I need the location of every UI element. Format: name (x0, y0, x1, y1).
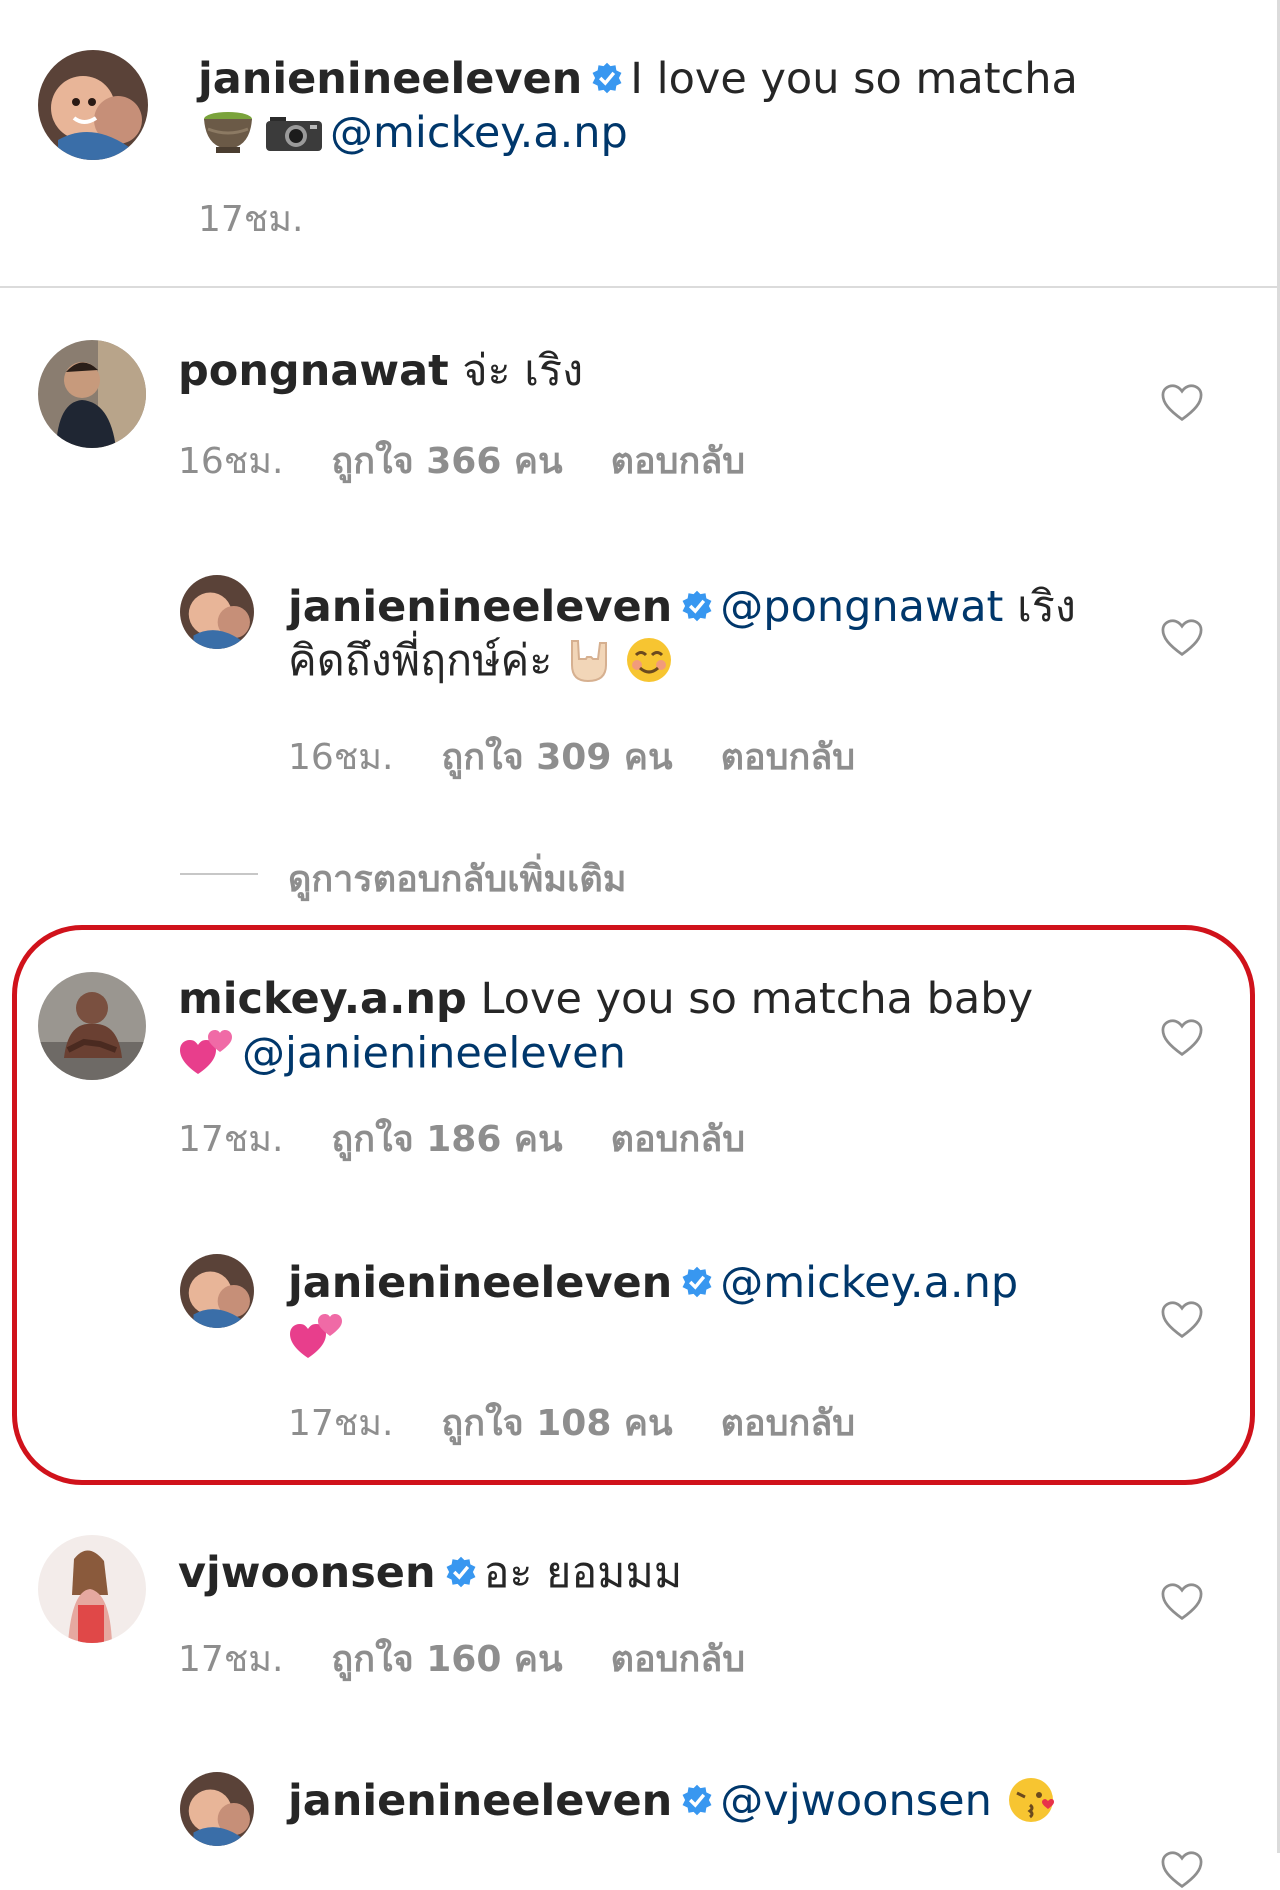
verified-badge-icon (592, 62, 622, 93)
like-count[interactable]: ถูกใจ 309 คน (441, 737, 672, 778)
avatar[interactable] (180, 1772, 254, 1846)
comment-timestamp: 17ชม. (178, 1119, 284, 1160)
matcha-tea-icon (204, 111, 252, 153)
rock-hand-icon (571, 639, 608, 682)
like-heart-icon[interactable] (1160, 1850, 1204, 1890)
like-count[interactable]: ถูกใจ 108 คน (441, 1403, 672, 1444)
reply-timestamp: 16ชม. (288, 737, 394, 778)
two-hearts-icon (290, 1314, 342, 1358)
comment-username[interactable]: vjwoonsen (178, 1548, 436, 1598)
comment-message: อะ ยอมมม (483, 1548, 683, 1598)
like-heart-icon[interactable] (1160, 1300, 1204, 1340)
comment-meta: 17ชม. ถูกใจ 160 คน ตอบกลับ (178, 1630, 793, 1687)
avatar[interactable] (38, 1535, 146, 1643)
smiling-face-icon (627, 637, 672, 682)
avatar[interactable] (180, 1254, 254, 1328)
comment-timestamp: 16ชม. (178, 441, 284, 482)
camera-icon (266, 116, 322, 151)
comment-timestamp: 17ชม. (178, 1639, 284, 1680)
reply-mention[interactable]: @mickey.a.np (720, 1258, 1018, 1308)
caption-timestamp: 17ชม. (198, 199, 304, 240)
comment-username[interactable]: mickey.a.np (178, 974, 467, 1024)
reply-message: เริง (1017, 582, 1076, 632)
avatar[interactable] (38, 340, 146, 448)
verified-badge-icon (446, 1556, 476, 1587)
like-count[interactable]: ถูกใจ 160 คน (331, 1639, 562, 1680)
reply-timestamp: 17ชม. (288, 1403, 394, 1444)
reply-button[interactable]: ตอบกลับ (611, 1639, 746, 1680)
verified-badge-icon (682, 1784, 712, 1815)
caption-time: 17ชม. (198, 190, 351, 247)
reply-message-line2: คิดถึงพี่ฤกษ์ค่ะ (288, 636, 553, 686)
two-hearts-icon (180, 1030, 232, 1074)
reply-mention[interactable]: @pongnawat (720, 582, 1003, 632)
view-more-replies-link[interactable]: ดูการตอบกลับเพิ่มเติม (288, 850, 626, 907)
caption-divider (0, 286, 1277, 288)
comment-username[interactable]: pongnawat (178, 346, 449, 396)
verified-badge-icon (682, 590, 712, 621)
like-heart-icon[interactable] (1160, 1018, 1204, 1058)
reply-mention[interactable]: @vjwoonsen (720, 1776, 992, 1826)
caption-mention[interactable]: @mickey.a.np (330, 108, 628, 158)
reply-button[interactable]: ตอบกลับ (721, 737, 856, 778)
comment-mention[interactable]: @janienineeleven (242, 1029, 626, 1079)
avatar[interactable] (38, 972, 146, 1080)
reply-username[interactable]: janienineeleven (288, 1776, 672, 1826)
caption-message: I love you so matcha (630, 54, 1078, 104)
reply-button[interactable]: ตอบกลับ (721, 1403, 856, 1444)
reply-text: janienineeleven @pongnawat เริง คิดถึงพี่… (288, 580, 1118, 693)
verified-badge-icon (682, 1266, 712, 1297)
like-heart-icon[interactable] (1160, 1582, 1204, 1622)
caption-text: janienineeleven I love you so matcha @mic… (198, 52, 1098, 163)
like-heart-icon[interactable] (1160, 383, 1204, 423)
reply-button[interactable]: ตอบกลับ (611, 441, 746, 482)
avatar[interactable] (180, 575, 254, 649)
comment-text: mickey.a.np Love you so matcha baby @jan… (178, 972, 1118, 1086)
more-replies-line (180, 873, 258, 875)
comment-text: vjwoonsen อะ ยอมมม (178, 1546, 1118, 1600)
like-count[interactable]: ถูกใจ 366 คน (331, 441, 562, 482)
reply-button[interactable]: ตอบกลับ (611, 1119, 746, 1160)
avatar[interactable] (38, 50, 148, 160)
reply-text: janienineeleven @vjwoonsen (288, 1774, 1118, 1833)
comment-message: จ่ะ เริง (462, 346, 584, 396)
reply-username[interactable]: janienineeleven (288, 582, 672, 632)
reply-meta: 16ชม. ถูกใจ 309 คน ตอบกลับ (288, 728, 903, 785)
like-count[interactable]: ถูกใจ 186 คน (331, 1119, 562, 1160)
reply-meta: 17ชม. ถูกใจ 108 คน ตอบกลับ (288, 1394, 903, 1451)
reply-username[interactable]: janienineeleven (288, 1258, 672, 1308)
comment-meta: 17ชม. ถูกใจ 186 คน ตอบกลับ (178, 1110, 793, 1167)
caption-username[interactable]: janienineeleven (198, 54, 582, 104)
comment-meta: 16ชม. ถูกใจ 366 คน ตอบกลับ (178, 432, 793, 489)
like-heart-icon[interactable] (1160, 618, 1204, 658)
kissing-face-icon (1008, 1777, 1054, 1822)
comment-text: pongnawat จ่ะ เริง (178, 344, 1118, 398)
reply-text: janienineeleven @mickey.a.np (288, 1256, 1118, 1370)
comment-message: Love you so matcha baby (480, 974, 1034, 1024)
